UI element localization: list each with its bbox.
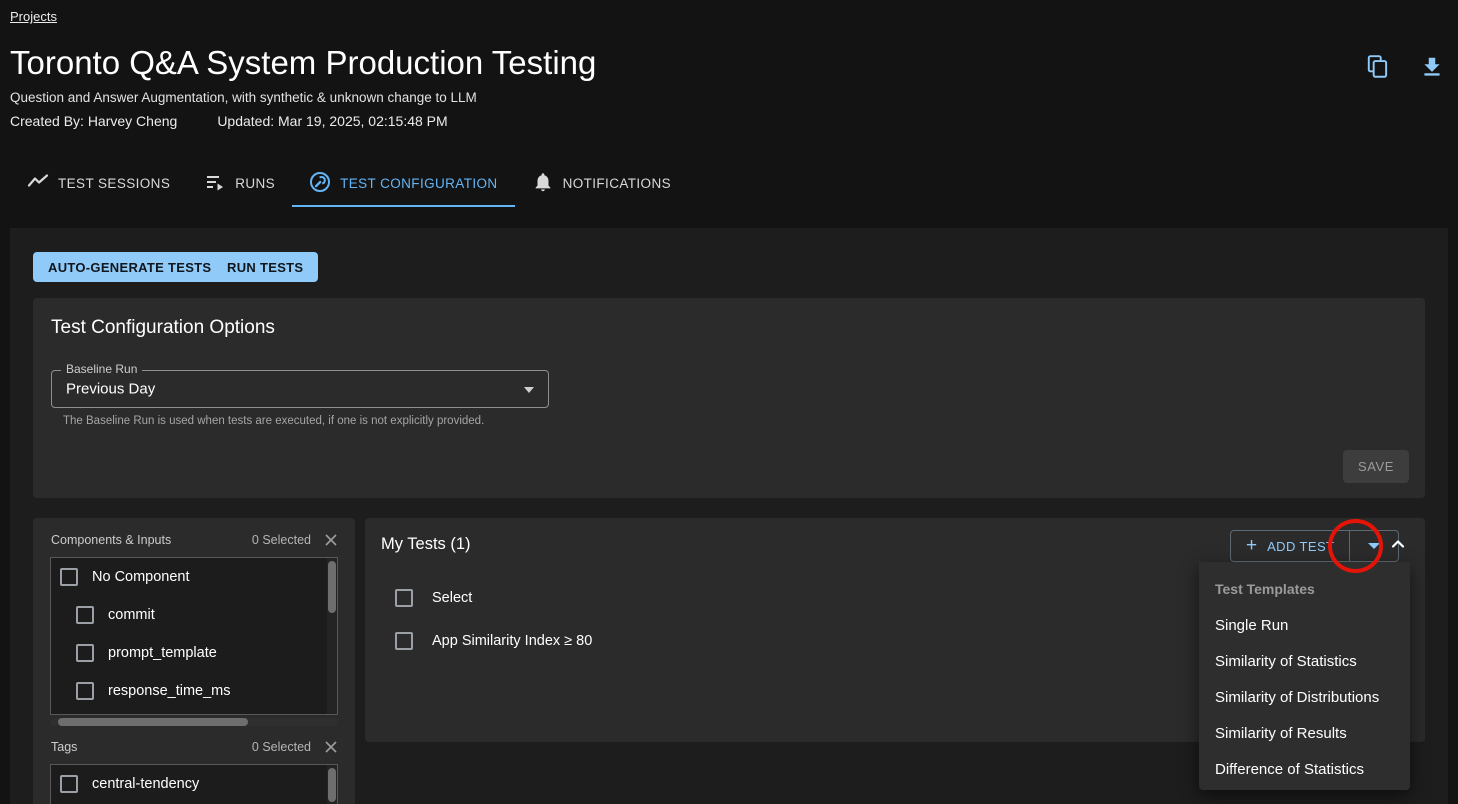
- vertical-scrollbar[interactable]: [327, 558, 337, 714]
- scrollbar-thumb[interactable]: [58, 718, 248, 726]
- tab-label: TEST SESSIONS: [58, 176, 170, 191]
- baseline-run-select[interactable]: Baseline Run Previous Day: [51, 370, 549, 408]
- table-row[interactable]: Select: [395, 589, 472, 607]
- tab-runs[interactable]: RUNS: [187, 160, 292, 206]
- my-tests-title: My Tests (1): [381, 535, 471, 554]
- tags-list: central-tendency: [50, 764, 338, 804]
- content-surface: AUTO-GENERATE TESTS RUN TESTS Test Confi…: [10, 228, 1448, 804]
- checkbox-commit[interactable]: [76, 606, 94, 624]
- page-title: Toronto Q&A System Production Testing: [10, 44, 596, 82]
- tags-header: Tags 0 Selected: [33, 726, 355, 764]
- tab-label: NOTIFICATIONS: [563, 176, 671, 191]
- tab-label: RUNS: [235, 176, 275, 191]
- list-item-label: central-tendency: [92, 776, 199, 792]
- list-item-label: No Component: [92, 569, 190, 585]
- test-row-label: App Similarity Index ≥ 80: [432, 633, 592, 649]
- test-configuration-options-card: Test Configuration Options Baseline Run …: [33, 298, 1425, 498]
- run-tests-button[interactable]: RUN TESTS: [212, 252, 318, 282]
- list-item[interactable]: No Component: [51, 558, 337, 596]
- components-inputs-title: Components & Inputs: [51, 533, 252, 547]
- add-test-button[interactable]: + ADD TEST: [1231, 531, 1350, 561]
- runs-list-icon: [204, 171, 226, 196]
- checkbox-prompt-template[interactable]: [76, 644, 94, 662]
- checkbox-response-time-ms[interactable]: [76, 682, 94, 700]
- add-test-split-button: + ADD TEST: [1230, 530, 1399, 562]
- menu-item-single-run[interactable]: Single Run: [1199, 607, 1410, 643]
- list-item-label: commit: [108, 607, 155, 623]
- chevron-up-icon: [1388, 534, 1408, 554]
- tags-selected-count: 0 Selected: [252, 740, 311, 754]
- test-row-label: Select: [432, 590, 472, 606]
- chevron-down-icon: [524, 387, 534, 393]
- page-subtitle: Question and Answer Augmentation, with s…: [10, 90, 477, 105]
- list-item[interactable]: central-tendency: [51, 765, 337, 803]
- vertical-scrollbar[interactable]: [327, 765, 337, 804]
- tab-label: TEST CONFIGURATION: [340, 176, 497, 191]
- list-item[interactable]: response_time_ms: [51, 672, 337, 710]
- close-icon[interactable]: [323, 532, 339, 548]
- scrollbar-thumb[interactable]: [328, 768, 336, 802]
- add-test-label: ADD TEST: [1267, 539, 1334, 554]
- test-templates-menu: Test Templates Single Run Similarity of …: [1199, 562, 1410, 790]
- meta-row: Created By: Harvey Cheng Updated: Mar 19…: [10, 113, 448, 129]
- page: Projects Toronto Q&A System Production T…: [0, 0, 1458, 804]
- baseline-run-value: Previous Day: [66, 381, 155, 398]
- tab-notifications[interactable]: NOTIFICATIONS: [515, 160, 688, 206]
- components-selected-count: 0 Selected: [252, 533, 311, 547]
- breadcrumb-projects-link[interactable]: Projects: [10, 9, 57, 24]
- list-item-label: response_time_ms: [108, 683, 231, 699]
- menu-header: Test Templates: [1199, 571, 1410, 607]
- menu-item-similarity-of-results[interactable]: Similarity of Results: [1199, 715, 1410, 751]
- chart-line-icon: [27, 171, 49, 196]
- list-item-label: prompt_template: [108, 645, 217, 661]
- download-icon[interactable]: [1419, 54, 1445, 80]
- components-list: No Component commit prompt_template resp…: [50, 557, 338, 715]
- menu-item-difference-of-statistics[interactable]: Difference of Statistics: [1199, 751, 1410, 787]
- dropdown-caret-icon: [1368, 543, 1380, 549]
- menu-item-similarity-of-distributions[interactable]: Similarity of Distributions: [1199, 679, 1410, 715]
- checkbox-central-tendency[interactable]: [60, 775, 78, 793]
- filters-panel: Components & Inputs 0 Selected No Compon…: [33, 518, 355, 804]
- updated-text: Updated: Mar 19, 2025, 02:15:48 PM: [217, 113, 447, 129]
- components-inputs-header: Components & Inputs 0 Selected: [33, 518, 355, 557]
- bell-icon: [532, 171, 554, 196]
- baseline-run-label: Baseline Run: [61, 362, 142, 376]
- close-icon[interactable]: [323, 739, 339, 755]
- scrollbar-thumb[interactable]: [328, 561, 336, 613]
- tags-title: Tags: [51, 740, 252, 754]
- tab-test-sessions[interactable]: TEST SESSIONS: [10, 160, 187, 206]
- created-by-text: Created By: Harvey Cheng: [10, 113, 177, 129]
- horizontal-scrollbar[interactable]: [50, 718, 338, 726]
- list-item[interactable]: commit: [51, 596, 337, 634]
- checkbox-select-test[interactable]: [395, 589, 413, 607]
- checkbox-no-component[interactable]: [60, 568, 78, 586]
- plus-icon: +: [1246, 536, 1257, 555]
- tab-test-configuration[interactable]: TEST CONFIGURATION: [292, 160, 514, 206]
- auto-generate-tests-button[interactable]: AUTO-GENERATE TESTS: [33, 252, 226, 282]
- wrench-circle-icon: [309, 171, 331, 196]
- table-row[interactable]: App Similarity Index ≥ 80: [395, 632, 592, 650]
- copy-icon[interactable]: [1365, 54, 1391, 80]
- save-button[interactable]: SAVE: [1343, 450, 1409, 483]
- list-item[interactable]: prompt_template: [51, 634, 337, 672]
- config-card-title: Test Configuration Options: [51, 317, 275, 339]
- checkbox-app-similarity-test[interactable]: [395, 632, 413, 650]
- baseline-helper-text: The Baseline Run is used when tests are …: [63, 415, 484, 427]
- tab-bar: TEST SESSIONS RUNS TEST CON: [10, 160, 688, 206]
- collapse-panel-button[interactable]: [1386, 532, 1410, 556]
- menu-item-similarity-of-statistics[interactable]: Similarity of Statistics: [1199, 643, 1410, 679]
